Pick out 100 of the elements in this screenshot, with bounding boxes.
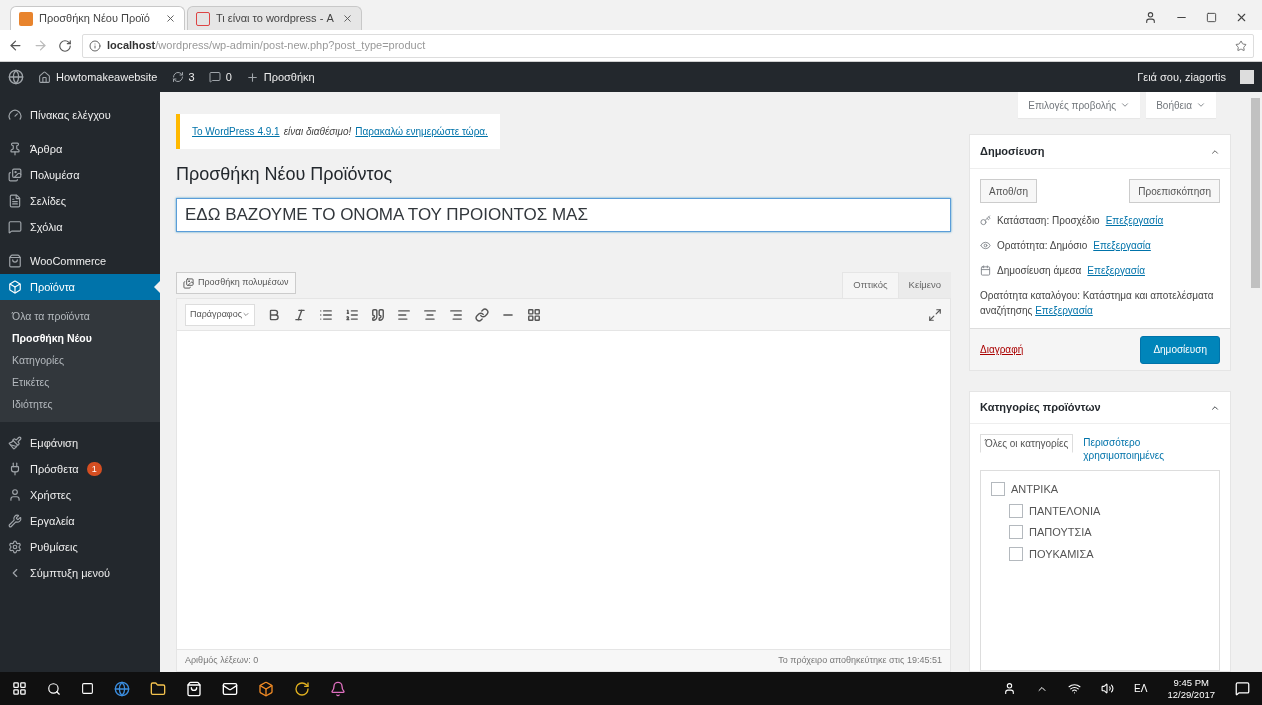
store-icon[interactable] xyxy=(186,680,202,697)
checkbox[interactable] xyxy=(1009,525,1023,540)
checkbox[interactable] xyxy=(991,482,1005,497)
checkbox[interactable] xyxy=(1009,503,1023,518)
bookmark-icon[interactable] xyxy=(1235,39,1247,52)
align-center-icon[interactable] xyxy=(423,307,437,322)
profile-icon[interactable] xyxy=(1144,11,1157,24)
browser-tab[interactable]: Προσθήκη Νέου Προϊό xyxy=(10,6,185,30)
start-icon[interactable] xyxy=(12,681,27,696)
edit-link[interactable]: Επεξεργασία xyxy=(1087,263,1145,278)
menu-label: Πίνακας ελέγχου xyxy=(30,107,111,123)
tab-title: Προσθήκη Νέου Προϊό xyxy=(39,11,151,27)
site-icon xyxy=(19,11,33,26)
status-text: Κατάσταση: Προσχέδιο xyxy=(997,214,1100,228)
align-right-icon[interactable] xyxy=(449,307,463,322)
submenu-item[interactable]: Κατηγορίες xyxy=(0,350,160,372)
close-icon[interactable] xyxy=(1235,11,1248,24)
menu-item[interactable]: Σύμπτυξη μενού xyxy=(0,560,160,586)
editor-tab[interactable]: Κείμενο xyxy=(898,272,951,298)
edit-link[interactable]: Επεξεργασία xyxy=(1105,213,1164,228)
menu-icon xyxy=(8,488,22,502)
category-tab[interactable]: Περισσότερο χρησιμοποιημένες xyxy=(1079,434,1220,464)
menu-label: Χρήστες xyxy=(30,487,72,503)
site-link[interactable]: Howtomakeawebsite xyxy=(38,68,158,86)
submenu-item[interactable]: Ιδιότητες xyxy=(0,394,160,416)
grid-icon[interactable] xyxy=(527,307,541,322)
fullscreen-icon[interactable] xyxy=(928,307,942,322)
delete-link[interactable]: Διαγραφή xyxy=(980,342,1024,357)
title-field[interactable]: ΕΔΩ ΒΑΖΟΥΜΕ ΤΟ ΟΝΟΜΑ ΤΟΥ ΠΡΟΙΟΝΤΟΣ ΜΑΣ xyxy=(176,198,951,232)
menu-item[interactable]: Εμφάνιση xyxy=(0,430,160,456)
clock-date: 12/29/2017 xyxy=(1167,688,1215,701)
network-icon[interactable] xyxy=(1068,682,1082,695)
notifications-icon[interactable] xyxy=(1235,681,1250,696)
app-icon[interactable] xyxy=(258,680,274,697)
update-link[interactable]: Το WordPress 4.9.1 xyxy=(192,124,280,139)
task-view-icon[interactable] xyxy=(81,682,94,695)
screen-options-button[interactable]: Βοήθεια xyxy=(1146,92,1216,118)
screen-options-button[interactable]: Επιλογές προβολής xyxy=(1018,92,1141,118)
checkbox[interactable] xyxy=(1009,546,1023,561)
menu-item[interactable]: Σχόλια xyxy=(0,214,160,240)
menu-label: Προϊόντα xyxy=(30,279,75,295)
maximize-icon[interactable] xyxy=(1206,12,1217,23)
menu-label: WooCommerce xyxy=(30,253,107,269)
caret-icon xyxy=(1120,100,1131,110)
quote-icon[interactable] xyxy=(371,307,385,322)
italic-icon[interactable] xyxy=(293,307,307,322)
app-icon[interactable] xyxy=(330,680,346,697)
new-link[interactable]: Προσθήκη xyxy=(245,68,315,86)
numbered-list-icon[interactable] xyxy=(345,307,359,322)
updates-link[interactable]: 3 xyxy=(171,68,195,86)
add-media-button[interactable]: Προσθήκη πολυμέσων xyxy=(176,272,296,294)
menu-icon xyxy=(8,540,22,554)
submenu-item[interactable]: Ετικέτες xyxy=(0,372,160,394)
category-label: ΠΟΥΚΑΜΙΣΑ xyxy=(1029,546,1094,562)
close-icon[interactable] xyxy=(342,13,353,24)
browser-tab[interactable]: Τι είναι το wordpress - Α xyxy=(187,6,362,30)
logo-icon[interactable] xyxy=(8,69,24,85)
close-icon[interactable] xyxy=(165,13,176,24)
edit-link[interactable]: Επεξεργασία xyxy=(1093,238,1151,253)
preview-button[interactable]: Προεπισκόπηση xyxy=(1129,179,1220,203)
comments-link[interactable]: 0 xyxy=(208,68,232,86)
category-tab[interactable]: Όλες οι κατηγορίες xyxy=(980,434,1074,453)
folder-icon[interactable] xyxy=(150,680,166,697)
greeting-link[interactable]: Γειά σου, ziagortis xyxy=(1137,68,1226,86)
save-draft-button[interactable]: Αποθ/ση xyxy=(980,179,1038,203)
menu-item[interactable]: Πολυμέσα xyxy=(0,162,160,188)
people-icon[interactable] xyxy=(1003,682,1017,695)
word-count: Αριθμός λέξεων: 0 xyxy=(185,653,259,667)
menu-item[interactable]: Χρήστες xyxy=(0,482,160,508)
back-icon[interactable] xyxy=(8,38,23,53)
updates-icon xyxy=(171,71,184,83)
reload-icon[interactable] xyxy=(58,38,72,53)
clock-time: 9:45 PM xyxy=(1173,676,1209,689)
editor-tab[interactable]: Οπτικός xyxy=(842,272,899,298)
bold-icon[interactable] xyxy=(267,307,281,322)
menu-item[interactable]: Ρυθμίσεις xyxy=(0,534,160,560)
volume-icon[interactable] xyxy=(1101,682,1115,695)
browser-icon[interactable] xyxy=(114,680,130,697)
site-icon xyxy=(196,11,210,26)
menu-item[interactable]: WooCommerce xyxy=(0,248,160,274)
address-field[interactable]: localhost/wordpress/wp-admin/post-new.php?post_type=product xyxy=(82,33,1254,58)
submenu-item[interactable]: Προσθήκη Νέου xyxy=(0,328,160,350)
edit-link[interactable]: Επεξεργασία xyxy=(1035,305,1093,316)
menu-item[interactable]: Προϊόντα xyxy=(0,274,160,300)
menu-item[interactable]: Άρθρα xyxy=(0,136,160,162)
format-select[interactable]: Παράγραφος xyxy=(185,303,255,326)
bulleted-list-icon[interactable] xyxy=(319,307,333,322)
submenu-item[interactable]: Όλα τα προϊόντα xyxy=(0,306,160,328)
language-indicator[interactable]: ΕΛ xyxy=(1134,681,1148,696)
mail-icon[interactable] xyxy=(222,680,238,697)
menu-item[interactable]: Πίνακας ελέγχου xyxy=(0,102,160,128)
menu-item[interactable]: Σελίδες xyxy=(0,188,160,214)
search-icon[interactable] xyxy=(47,681,61,696)
menu-item[interactable]: Πρόσθετα 1 xyxy=(0,456,160,482)
link-icon[interactable] xyxy=(475,307,489,322)
menu-item[interactable]: Εργαλεία xyxy=(0,508,160,534)
align-left-icon[interactable] xyxy=(397,307,411,322)
caret-icon xyxy=(1196,100,1206,110)
update-now-link[interactable]: Παρακαλώ ενημερώστε τώρα. xyxy=(355,124,488,139)
publish-button[interactable]: Δημοσίευση xyxy=(1140,335,1220,364)
